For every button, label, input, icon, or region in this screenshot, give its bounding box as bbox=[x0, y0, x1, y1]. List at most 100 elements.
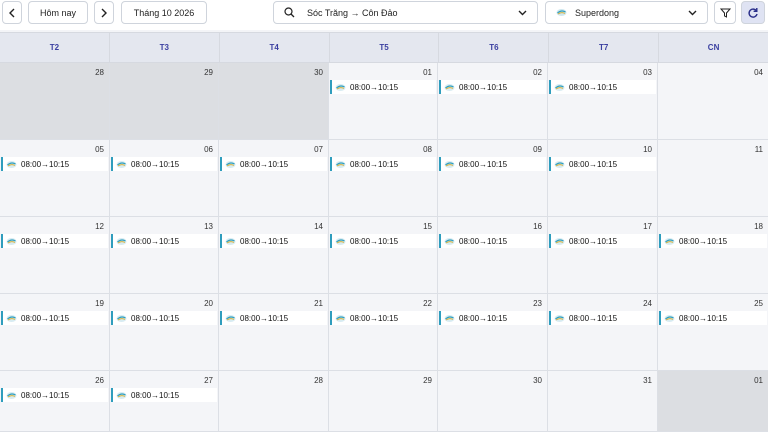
ferry-icon bbox=[554, 83, 565, 91]
day-number: 01 bbox=[423, 68, 432, 77]
day-cell[interactable]: 21 08:00→10:15 bbox=[219, 294, 329, 371]
day-number: 11 bbox=[754, 145, 763, 154]
day-cell[interactable]: 28 bbox=[0, 63, 110, 140]
day-cell[interactable]: 19 08:00→10:15 bbox=[0, 294, 110, 371]
day-cell[interactable]: 06 08:00→10:15 bbox=[110, 140, 219, 217]
day-cell[interactable]: 11 bbox=[658, 140, 768, 217]
next-month-button[interactable] bbox=[94, 1, 114, 24]
ferry-icon bbox=[335, 160, 346, 168]
day-number: 24 bbox=[643, 299, 652, 308]
day-cell[interactable]: 24 08:00→10:15 bbox=[548, 294, 658, 371]
prev-month-button[interactable] bbox=[2, 1, 22, 24]
day-cell[interactable]: 10 08:00→10:15 bbox=[548, 140, 658, 217]
weekday-label: T6 bbox=[439, 33, 550, 62]
day-cell[interactable]: 03 08:00→10:15 bbox=[548, 63, 658, 140]
trip-time: 08:00→10:15 bbox=[569, 159, 618, 169]
day-cell[interactable]: 28 bbox=[219, 371, 329, 432]
day-cell[interactable]: 01 08:00→10:15 bbox=[329, 63, 438, 140]
trip-time: 08:00→10:15 bbox=[21, 159, 70, 169]
day-cell[interactable]: 13 08:00→10:15 bbox=[110, 217, 219, 294]
day-cell[interactable]: 14 08:00→10:15 bbox=[219, 217, 329, 294]
trip-event[interactable]: 08:00→10:15 bbox=[1, 388, 108, 402]
trip-event[interactable]: 08:00→10:15 bbox=[220, 157, 327, 171]
day-cell[interactable]: 18 08:00→10:15 bbox=[658, 217, 768, 294]
weekday-label: T4 bbox=[220, 33, 330, 62]
ferry-icon bbox=[225, 314, 236, 322]
route-select[interactable]: Sóc Trăng → Côn Đảo bbox=[273, 1, 538, 24]
day-cell[interactable]: 15 08:00→10:15 bbox=[329, 217, 438, 294]
trip-time: 08:00→10:15 bbox=[350, 159, 399, 169]
trip-event[interactable]: 08:00→10:15 bbox=[439, 157, 546, 171]
trip-event[interactable]: 08:00→10:15 bbox=[549, 80, 656, 94]
chevron-down-icon bbox=[688, 10, 697, 15]
day-cell[interactable]: 02 08:00→10:15 bbox=[438, 63, 548, 140]
superdong-logo-icon bbox=[556, 9, 567, 16]
trip-event[interactable]: 08:00→10:15 bbox=[439, 234, 546, 248]
day-cell[interactable]: 22 08:00→10:15 bbox=[329, 294, 438, 371]
trip-event[interactable]: 08:00→10:15 bbox=[111, 234, 217, 248]
ferry-icon bbox=[554, 314, 565, 322]
trip-event[interactable]: 08:00→10:15 bbox=[549, 234, 656, 248]
chevron-down-icon bbox=[518, 10, 527, 15]
day-cell[interactable]: 05 08:00→10:15 bbox=[0, 140, 110, 217]
trip-time: 08:00→10:15 bbox=[350, 236, 399, 246]
trip-event[interactable]: 08:00→10:15 bbox=[1, 157, 108, 171]
trip-event[interactable]: 08:00→10:15 bbox=[1, 311, 108, 325]
trip-event[interactable]: 08:00→10:15 bbox=[111, 157, 217, 171]
filter-button[interactable] bbox=[714, 1, 736, 24]
day-cell[interactable]: 29 bbox=[110, 63, 219, 140]
day-cell[interactable]: 23 08:00→10:15 bbox=[438, 294, 548, 371]
trip-event[interactable]: 08:00→10:15 bbox=[330, 157, 436, 171]
trip-time: 08:00→10:15 bbox=[350, 313, 399, 323]
trip-event[interactable]: 08:00→10:15 bbox=[439, 311, 546, 325]
day-cell[interactable]: 31 bbox=[548, 371, 658, 432]
trip-event[interactable]: 08:00→10:15 bbox=[1, 234, 108, 248]
day-cell[interactable]: 25 08:00→10:15 bbox=[658, 294, 768, 371]
day-cell[interactable]: 27 08:00→10:15 bbox=[110, 371, 219, 432]
day-cell[interactable]: 08 08:00→10:15 bbox=[329, 140, 438, 217]
day-number: 29 bbox=[204, 68, 213, 77]
trip-event[interactable]: 08:00→10:15 bbox=[549, 157, 656, 171]
month-picker-button[interactable]: Tháng 10 2026 bbox=[121, 1, 207, 24]
trip-time: 08:00→10:15 bbox=[459, 236, 508, 246]
trip-event[interactable]: 08:00→10:15 bbox=[220, 234, 327, 248]
ferry-icon bbox=[554, 160, 565, 168]
day-number: 01 bbox=[754, 376, 763, 385]
today-button[interactable]: Hôm nay bbox=[28, 1, 88, 24]
trip-event[interactable]: 08:00→10:15 bbox=[659, 234, 767, 248]
day-cell[interactable]: 04 bbox=[658, 63, 768, 140]
trip-event[interactable]: 08:00→10:15 bbox=[111, 388, 217, 402]
day-cell[interactable]: 29 bbox=[329, 371, 438, 432]
trip-time: 08:00→10:15 bbox=[131, 390, 180, 400]
day-cell[interactable]: 30 bbox=[219, 63, 329, 140]
day-cell[interactable]: 26 08:00→10:15 bbox=[0, 371, 110, 432]
trip-event[interactable]: 08:00→10:15 bbox=[330, 80, 436, 94]
refresh-button[interactable] bbox=[741, 1, 765, 24]
day-number: 10 bbox=[643, 145, 652, 154]
trip-event[interactable]: 08:00→10:15 bbox=[111, 311, 217, 325]
ferry-icon bbox=[335, 314, 346, 322]
ferry-icon bbox=[6, 314, 17, 322]
day-number: 05 bbox=[95, 145, 104, 154]
day-cell[interactable]: 20 08:00→10:15 bbox=[110, 294, 219, 371]
day-cell[interactable]: 01 bbox=[658, 371, 768, 432]
day-cell[interactable]: 12 08:00→10:15 bbox=[0, 217, 110, 294]
day-number: 09 bbox=[533, 145, 542, 154]
trip-event[interactable]: 08:00→10:15 bbox=[220, 311, 327, 325]
ferry-icon bbox=[664, 237, 675, 245]
weekday-label: T5 bbox=[330, 33, 440, 62]
day-number: 31 bbox=[643, 376, 652, 385]
trip-event[interactable]: 08:00→10:15 bbox=[439, 80, 546, 94]
trip-event[interactable]: 08:00→10:15 bbox=[659, 311, 767, 325]
day-cell[interactable]: 07 08:00→10:15 bbox=[219, 140, 329, 217]
day-cell[interactable]: 16 08:00→10:15 bbox=[438, 217, 548, 294]
ferry-icon bbox=[554, 237, 565, 245]
day-cell[interactable]: 17 08:00→10:15 bbox=[548, 217, 658, 294]
trip-event[interactable]: 08:00→10:15 bbox=[330, 311, 436, 325]
day-cell[interactable]: 09 08:00→10:15 bbox=[438, 140, 548, 217]
trip-event[interactable]: 08:00→10:15 bbox=[549, 311, 656, 325]
trip-event[interactable]: 08:00→10:15 bbox=[330, 234, 436, 248]
day-cell[interactable]: 30 bbox=[438, 371, 548, 432]
day-number: 22 bbox=[423, 299, 432, 308]
operator-select[interactable]: Superdong bbox=[545, 1, 708, 24]
